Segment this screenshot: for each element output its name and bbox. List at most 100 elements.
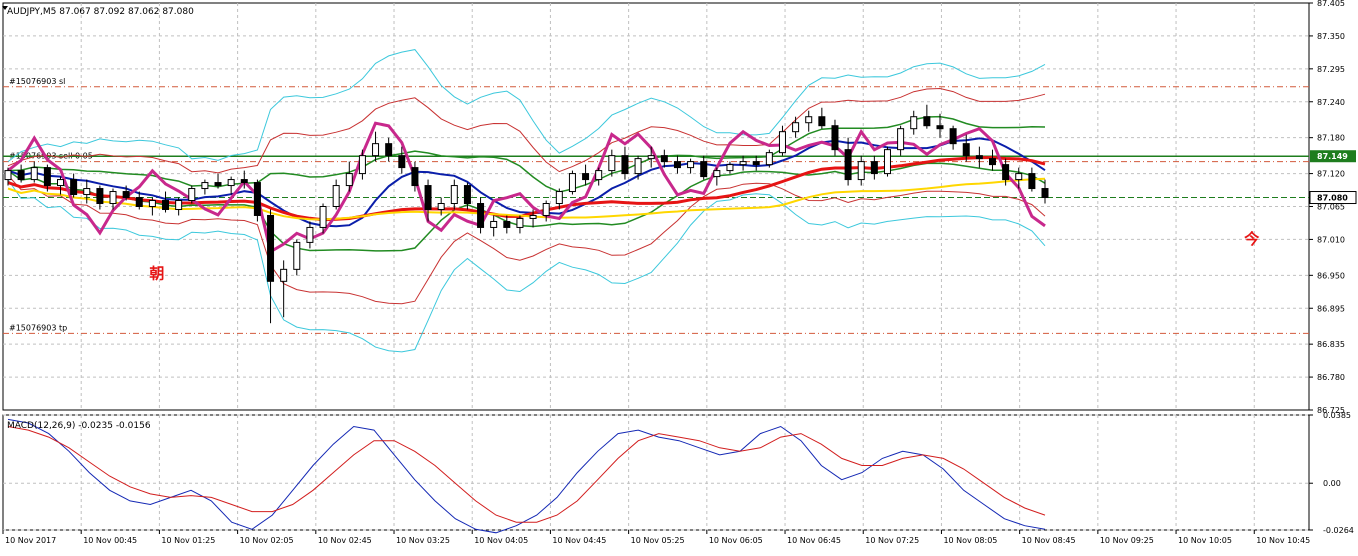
candle-body bbox=[975, 155, 983, 160]
x-tick-label: 10 Nov 06:45 bbox=[787, 536, 841, 545]
candle-body bbox=[385, 143, 393, 157]
candle-body bbox=[424, 185, 432, 210]
candle-body bbox=[608, 155, 616, 172]
y-tick-label: 87.240 bbox=[1317, 98, 1345, 107]
candle-body bbox=[148, 200, 156, 208]
y-tick-label: 86.895 bbox=[1317, 304, 1345, 313]
candle-body bbox=[897, 128, 905, 151]
candle-body bbox=[529, 214, 537, 219]
candle-body bbox=[568, 173, 576, 193]
candle-body bbox=[332, 185, 340, 207]
candle-body bbox=[227, 179, 235, 187]
candle-body bbox=[778, 131, 786, 154]
y-tick-label: 86.950 bbox=[1317, 271, 1345, 280]
annotation-text: 朝 bbox=[149, 264, 164, 282]
candle-body bbox=[726, 164, 734, 172]
candle-body bbox=[188, 188, 196, 202]
candle-body bbox=[936, 125, 944, 130]
candle-body bbox=[713, 170, 721, 178]
candle-body bbox=[1028, 173, 1036, 190]
candle-body bbox=[660, 155, 668, 163]
x-tick-label: 10 Nov 02:05 bbox=[240, 536, 294, 545]
candle-body bbox=[411, 167, 419, 187]
candle-body bbox=[831, 125, 839, 151]
candle-body bbox=[739, 161, 747, 166]
macd-info-text: MACD(12,26,9) -0.0235 -0.0156 bbox=[7, 421, 151, 431]
candle-body bbox=[595, 170, 603, 181]
candle-body bbox=[582, 173, 590, 181]
candle-body bbox=[280, 268, 288, 282]
candle-body bbox=[1002, 164, 1010, 181]
x-tick-label: 10 Nov 02:45 bbox=[318, 536, 372, 545]
symbol-info-text: AUDJPY,M5 87.067 87.092 87.062 87.080 bbox=[7, 7, 194, 17]
candle-body bbox=[634, 158, 642, 175]
candle-body bbox=[870, 161, 878, 175]
candle-body bbox=[910, 116, 918, 130]
candle-body bbox=[792, 122, 800, 133]
candle-body bbox=[450, 185, 458, 205]
candle-body bbox=[240, 179, 248, 184]
candle-body bbox=[687, 161, 695, 169]
x-tick-label: 10 Nov 06:05 bbox=[709, 536, 763, 545]
candle-body bbox=[162, 200, 170, 210]
y-tick-label: 86.835 bbox=[1317, 340, 1345, 349]
y-tick-label: 87.180 bbox=[1317, 134, 1345, 143]
x-tick-label: 10 Nov 01:25 bbox=[161, 536, 215, 545]
candle-body bbox=[43, 167, 51, 187]
x-tick-label: 10 Nov 10:45 bbox=[1256, 536, 1310, 545]
candle-body bbox=[1041, 188, 1049, 199]
candle-body bbox=[253, 182, 261, 216]
candle-body bbox=[765, 152, 773, 166]
candle-body bbox=[805, 116, 813, 124]
candle-body bbox=[17, 170, 25, 181]
candle-body bbox=[962, 143, 970, 157]
candle-body bbox=[57, 179, 65, 187]
candle-body bbox=[398, 155, 406, 169]
candle-body bbox=[83, 188, 91, 196]
y-tick-label: 87.120 bbox=[1317, 170, 1345, 179]
candle-body bbox=[306, 226, 314, 243]
candle-body bbox=[293, 241, 301, 270]
candle-body bbox=[122, 191, 130, 199]
order-level-label: #15076903 tp bbox=[9, 323, 67, 332]
x-tick-label: 10 Nov 10:05 bbox=[1178, 536, 1232, 545]
y-tick-label: 87.065 bbox=[1317, 203, 1345, 212]
order-level-label: #15076903 sl bbox=[9, 77, 65, 86]
candle-body bbox=[437, 203, 445, 210]
x-tick-label: 10 Nov 07:25 bbox=[865, 536, 919, 545]
current-price-label: 87.080 bbox=[1317, 194, 1348, 203]
candle-body bbox=[516, 217, 524, 228]
candle-body bbox=[358, 155, 366, 175]
candle-body bbox=[30, 167, 38, 181]
x-tick-label: 10 Nov 2017 bbox=[5, 536, 56, 545]
candle-body bbox=[818, 116, 826, 127]
x-tick-label: 10 Nov 09:25 bbox=[1100, 536, 1154, 545]
macd-y-tick-label: 0.0385 bbox=[1323, 411, 1351, 420]
price-tag-label: 87.149 bbox=[1317, 152, 1348, 161]
x-tick-label: 10 Nov 00:45 bbox=[83, 536, 137, 545]
candle-body bbox=[883, 149, 891, 175]
candle-body bbox=[477, 203, 485, 228]
candle-body bbox=[647, 155, 655, 160]
x-tick-label: 10 Nov 05:25 bbox=[631, 536, 685, 545]
macd-y-tick-label: 0.00 bbox=[1323, 479, 1341, 488]
macd-y-tick-label: -0.0264 bbox=[1323, 526, 1354, 535]
x-tick-label: 10 Nov 03:25 bbox=[396, 536, 450, 545]
candle-body bbox=[857, 161, 865, 181]
candle-body bbox=[844, 149, 852, 181]
candle-body bbox=[949, 128, 957, 145]
candle-body bbox=[542, 203, 550, 216]
trading-chart-window[interactable]: #15076903 sl #15076903 sell 0.05 #15076903… bbox=[0, 0, 1358, 551]
candle-body bbox=[988, 158, 996, 166]
candle-body bbox=[4, 170, 12, 181]
candle-body bbox=[109, 191, 117, 205]
y-tick-label: 87.295 bbox=[1317, 65, 1345, 74]
x-tick-label: 10 Nov 08:05 bbox=[943, 536, 997, 545]
candle-body bbox=[621, 155, 629, 175]
x-tick-label: 10 Nov 08:45 bbox=[1022, 536, 1076, 545]
candle-body bbox=[463, 185, 471, 205]
candle-body bbox=[267, 214, 275, 282]
candle-body bbox=[214, 182, 222, 187]
y-tick-label: 87.010 bbox=[1317, 235, 1345, 244]
candle-body bbox=[923, 116, 931, 127]
